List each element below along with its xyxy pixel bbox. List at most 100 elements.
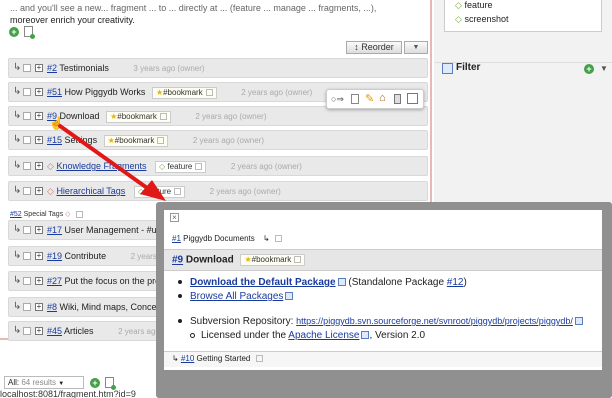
reorder-button[interactable]: ↕ Reorder	[346, 41, 402, 54]
tag-remove-icon[interactable]	[195, 163, 203, 171]
parent-number[interactable]: #1	[172, 234, 181, 243]
filter-select[interactable]: All: 64 results ▼	[4, 376, 84, 389]
fragment-number[interactable]: #19	[47, 251, 62, 261]
row-checkbox[interactable]	[23, 327, 31, 335]
expand-toggle[interactable]: +	[35, 277, 43, 285]
row-checkbox[interactable]	[23, 136, 31, 144]
chevron-down-icon: ▼	[58, 381, 65, 387]
fragment-number[interactable]: #27	[47, 276, 62, 286]
bookmark-tag[interactable]: ★#bookmark	[151, 86, 217, 99]
expand-toggle[interactable]: +	[35, 136, 43, 144]
new-document-icon[interactable]	[105, 377, 116, 390]
row-checkbox[interactable]	[23, 303, 31, 311]
expand-toggle[interactable]: +	[35, 64, 43, 72]
row-checkbox[interactable]	[23, 187, 31, 195]
remove-icon[interactable]	[274, 235, 282, 243]
fragment-number[interactable]: #15	[47, 135, 62, 145]
bookmark-tag[interactable]: ★#bookmark	[240, 254, 306, 266]
row-checkbox[interactable]	[23, 252, 31, 260]
reply-arrow-icon[interactable]: ↳	[13, 272, 21, 290]
fragment-title[interactable]: Hierarchical Tags	[56, 186, 125, 196]
reply-arrow-icon[interactable]: ↳	[13, 298, 21, 316]
tag-icon: ◇	[137, 186, 144, 196]
row-checkbox[interactable]	[23, 226, 31, 234]
fragment-number[interactable]: #45	[47, 326, 62, 336]
expand-toggle[interactable]: +	[35, 327, 43, 335]
tag-remove-icon[interactable]	[75, 210, 83, 218]
popup-number[interactable]: #9	[172, 255, 183, 266]
fragment-title[interactable]: Knowledge Fragments	[56, 161, 146, 171]
child-number[interactable]: #10	[181, 354, 194, 363]
row-checkbox[interactable]	[23, 162, 31, 170]
tag-remove-icon[interactable]	[174, 188, 182, 196]
reply-arrow-icon[interactable]: ↳	[13, 59, 21, 77]
row-checkbox[interactable]	[23, 64, 31, 72]
expand-toggle[interactable]: +	[35, 303, 43, 311]
fragment-number[interactable]: #8	[47, 302, 57, 312]
row-checkbox[interactable]	[23, 112, 31, 120]
tag-item[interactable]: ◇ feature	[455, 0, 492, 11]
fragment-number[interactable]: #17	[47, 225, 62, 235]
pencil-icon[interactable]: ✎	[365, 92, 374, 105]
connect-arrow-icon[interactable]: ○⇒	[331, 94, 344, 105]
external-link-icon	[285, 292, 294, 301]
row-checkbox[interactable]	[23, 88, 31, 96]
fragment-number[interactable]: #2	[47, 63, 57, 73]
fragment-row[interactable]: ↳ + #15 Settings ★#bookmark 2 years ago …	[8, 130, 428, 150]
expand-toggle[interactable]: +	[35, 112, 43, 120]
trash-icon[interactable]	[394, 94, 401, 104]
tag-remove-icon[interactable]	[294, 256, 302, 264]
fragment-row[interactable]: ↳ + #2 Testimonials 3 years ago (owner)	[8, 58, 428, 78]
fragment-row[interactable]: ↳ + #9 Download ★#bookmark 2 years ago (…	[8, 106, 428, 126]
expand-toggle[interactable]: +	[35, 162, 43, 170]
child-fragment-link[interactable]: ↳ #10 Getting Started	[172, 354, 263, 363]
tag-item[interactable]: ◇ screenshot	[455, 14, 508, 25]
fragment-title: Testimonials	[59, 63, 109, 73]
chevron-down-icon[interactable]: ▼	[600, 64, 608, 73]
fragment-title: Contribute	[64, 251, 107, 261]
fragment-number[interactable]: #51	[47, 87, 62, 97]
tag-remove-icon[interactable]	[205, 89, 213, 97]
reply-arrow-icon[interactable]: ↳	[13, 221, 21, 239]
new-document-icon[interactable]	[24, 26, 35, 39]
parent-fragment-link[interactable]: #1 Piggydb Documents ↳	[172, 234, 282, 243]
add-fragment-icon[interactable]: +	[90, 378, 100, 388]
remove-icon[interactable]	[255, 355, 263, 363]
feature-tag[interactable]: ◇ feature	[133, 185, 186, 198]
reply-arrow-icon: ↳	[262, 234, 270, 243]
expand-toggle[interactable]: +	[35, 252, 43, 260]
reply-arrow-icon[interactable]: ↳	[13, 157, 21, 175]
close-icon[interactable]: ×	[170, 213, 179, 222]
home-icon[interactable]: ⌂	[379, 92, 386, 104]
reply-arrow-icon[interactable]: ↳	[13, 107, 21, 125]
expand-toggle[interactable]: +	[35, 187, 43, 195]
special-tags-link[interactable]: #52 Special Tags ◇	[10, 210, 83, 218]
fragment-row[interactable]: ↳ + ◇ Knowledge Fragments ◇ feature 2 ye…	[8, 156, 428, 176]
expand-toggle[interactable]: +	[35, 88, 43, 96]
browse-packages-link[interactable]: Browse All Packages	[190, 291, 283, 302]
svn-url-link[interactable]: https://piggydb.svn.sourceforge.net/svnr…	[296, 316, 573, 326]
timestamp: 2 years ago (owner)	[230, 162, 302, 171]
reply-arrow-icon[interactable]: ↳	[13, 83, 21, 101]
tag-remove-icon[interactable]	[157, 137, 165, 145]
reply-arrow-icon[interactable]: ↳	[13, 131, 21, 149]
add-filter-icon[interactable]: +	[584, 64, 594, 74]
fragment-row[interactable]: ↳ + ◇ Hierarchical Tags ◇ feature 2 year…	[8, 181, 428, 201]
expand-toggle[interactable]: +	[35, 226, 43, 234]
tag-remove-icon[interactable]	[159, 113, 167, 121]
bookmark-tag[interactable]: ★#bookmark	[106, 110, 171, 123]
download-link[interactable]: Download the Default Package	[190, 277, 336, 288]
apache-license-link[interactable]: Apache License	[288, 330, 359, 341]
reply-arrow-icon[interactable]: ↳	[13, 182, 21, 200]
special-tags-number[interactable]: #52	[10, 211, 22, 218]
page-icon[interactable]	[351, 94, 359, 104]
bookmark-tag[interactable]: ★#bookmark	[103, 134, 169, 147]
feature-tag[interactable]: ◇ feature	[155, 160, 207, 173]
fragment-ref-link[interactable]: #12	[447, 277, 464, 288]
row-checkbox[interactable]	[23, 277, 31, 285]
reply-arrow-icon[interactable]: ↳	[13, 322, 21, 340]
reorder-dropdown-button[interactable]: ▼	[404, 41, 428, 54]
reply-arrow-icon[interactable]: ↳	[13, 247, 21, 265]
window-icon[interactable]	[407, 93, 418, 104]
add-fragment-icon[interactable]: +	[9, 27, 19, 37]
